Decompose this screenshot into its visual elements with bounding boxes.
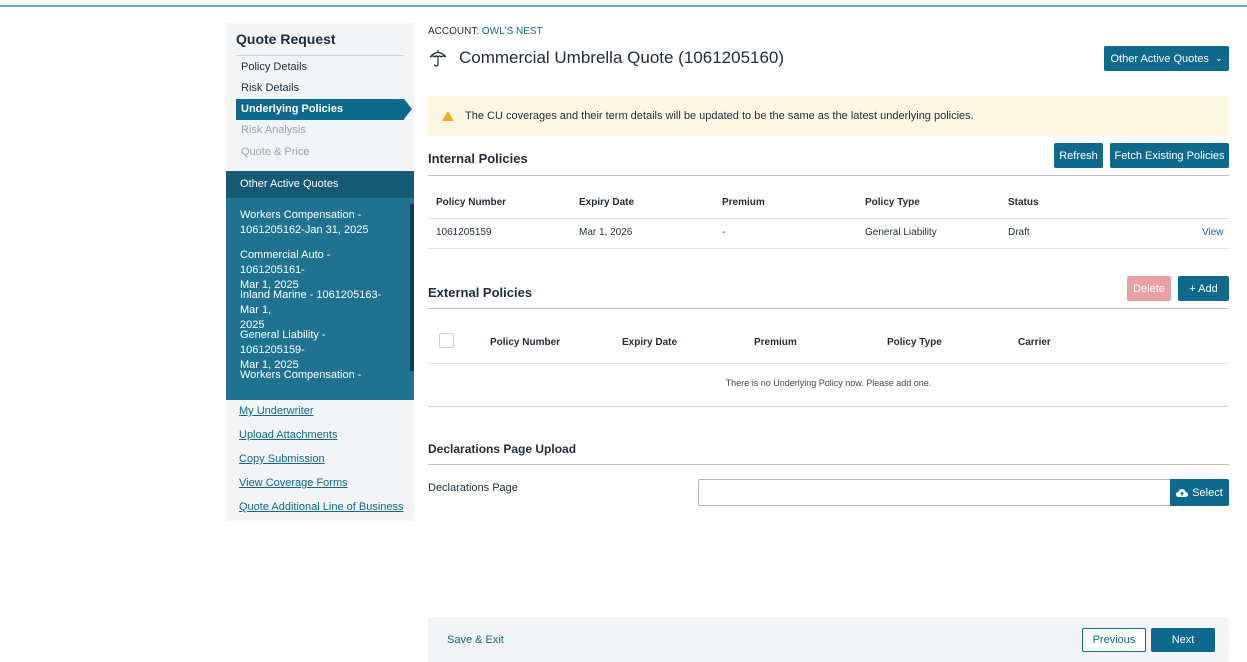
account-label: ACCOUNT: [428,26,480,37]
link-view-coverage-forms[interactable]: View Coverage Forms [239,477,348,489]
step-underlying-policies[interactable]: Underlying Policies [236,99,412,120]
umbrella-icon [429,50,447,67]
table-bottom-divider [428,406,1229,407]
col-policy-type: Policy Type [865,197,920,208]
account-value[interactable]: OWL'S NEST [482,26,543,37]
page-title: Commercial Umbrella Quote (1061205160) [459,48,785,67]
cell-policy-number: 1061205159 [436,227,492,238]
other-quote-item[interactable]: General Liability - 1061205159- Mar 1, 2… [226,328,406,373]
other-quotes-scrollbar[interactable] [410,204,414,371]
section-divider [428,308,1229,309]
step-risk-details[interactable]: Risk Details [241,82,299,94]
warning-alert: The CU coverages and their term details … [428,96,1229,136]
declarations-title: Declarations Page Upload [428,442,577,456]
select-all-checkbox[interactable] [439,333,454,348]
other-quote-line: Commercial Auto - 1061205161- [240,249,331,276]
other-quote-line: Inland Marine - 1061205163-Mar 1, [240,289,382,316]
fetch-existing-policies-button[interactable]: Fetch Existing Policies [1110,143,1229,168]
alert-text: The CU coverages and their term details … [465,110,974,122]
delete-button[interactable]: Delete [1127,276,1171,301]
section-divider [428,175,1229,176]
quote-request-sidebar: Quote Request Policy Details Risk Detail… [226,23,414,521]
other-active-quotes-heading: Other Active Quotes [226,171,414,198]
save-exit-link[interactable]: Save & Exit [447,634,504,646]
cloud-upload-icon [1176,488,1189,497]
other-quote-item[interactable]: Workers Compensation - [226,368,406,383]
select-file-label: Select [1192,486,1223,499]
cell-status: Draft [1008,227,1030,238]
table-header-divider [428,363,1229,364]
top-accent-bar [0,0,1247,7]
col-policy-number: Policy Number [436,197,507,208]
select-file-button[interactable]: Select [1170,479,1229,506]
table-header-divider [428,218,1229,219]
view-link[interactable]: View [1202,227,1224,238]
other-quote-line: Workers Compensation - [240,369,362,381]
section-divider [428,464,1229,465]
cell-policy-type: General Liability [865,227,937,238]
next-button[interactable]: Next [1151,628,1215,652]
chevron-down-icon: ⌄ [1214,53,1223,63]
link-my-underwriter[interactable]: My Underwriter [239,405,314,417]
col-premium: Premium [722,197,765,208]
cell-premium: - [722,227,726,238]
link-upload-attachments[interactable]: Upload Attachments [239,429,337,441]
col-policy-number: Policy Number [490,337,561,348]
table-row-divider [428,248,1229,249]
step-quote-price: Quote & Price [241,146,310,158]
declarations-file-input[interactable] [698,479,1170,506]
account-breadcrumb: ACCOUNT: OWL'S NEST [428,26,543,37]
cell-expiry-date: Mar 1, 2026 [579,227,633,238]
other-quote-item[interactable]: Inland Marine - 1061205163-Mar 1, 2025 [226,288,406,333]
other-quote-line: Workers Compensation - [240,209,362,221]
external-policies-title: External Policies [428,285,533,300]
internal-policies-title: Internal Policies [428,151,528,166]
refresh-button[interactable]: Refresh [1054,143,1103,168]
add-button[interactable]: + Add [1178,276,1229,301]
link-copy-submission[interactable]: Copy Submission [239,453,325,465]
other-quote-line: 1061205162-Jan 31, 2025 [240,224,369,236]
previous-button[interactable]: Previous [1082,628,1146,652]
sidebar-divider [236,55,404,56]
empty-table-message: There is no Underlying Policy now. Pleas… [725,378,932,388]
col-expiry-date: Expiry Date [579,197,635,208]
other-quote-item[interactable]: Commercial Auto - 1061205161- Mar 1, 202… [226,248,406,293]
col-expiry-date: Expiry Date [622,337,678,348]
step-risk-analysis: Risk Analysis [241,124,306,136]
other-active-quotes-button[interactable]: Other Active Quotes ⌄ [1104,46,1229,71]
other-active-quotes-panel: Other Active Quotes Workers Compensation… [226,171,414,400]
step-policy-details[interactable]: Policy Details [241,61,307,73]
other-quote-line: General Liability - 1061205159- [240,329,326,356]
col-carrier: Carrier [1018,337,1051,348]
other-quote-item[interactable]: Workers Compensation - 1061205162-Jan 31… [226,208,406,238]
warning-icon [442,111,454,121]
sidebar-title: Quote Request [236,31,336,47]
col-status: Status [1008,197,1039,208]
col-policy-type: Policy Type [887,337,942,348]
link-quote-additional-lob[interactable]: Quote Additional Line of Business [239,501,404,513]
declarations-field-label: Declarations Page [428,482,518,494]
col-premium: Premium [754,337,797,348]
other-active-quotes-label: Other Active Quotes [1110,52,1209,65]
